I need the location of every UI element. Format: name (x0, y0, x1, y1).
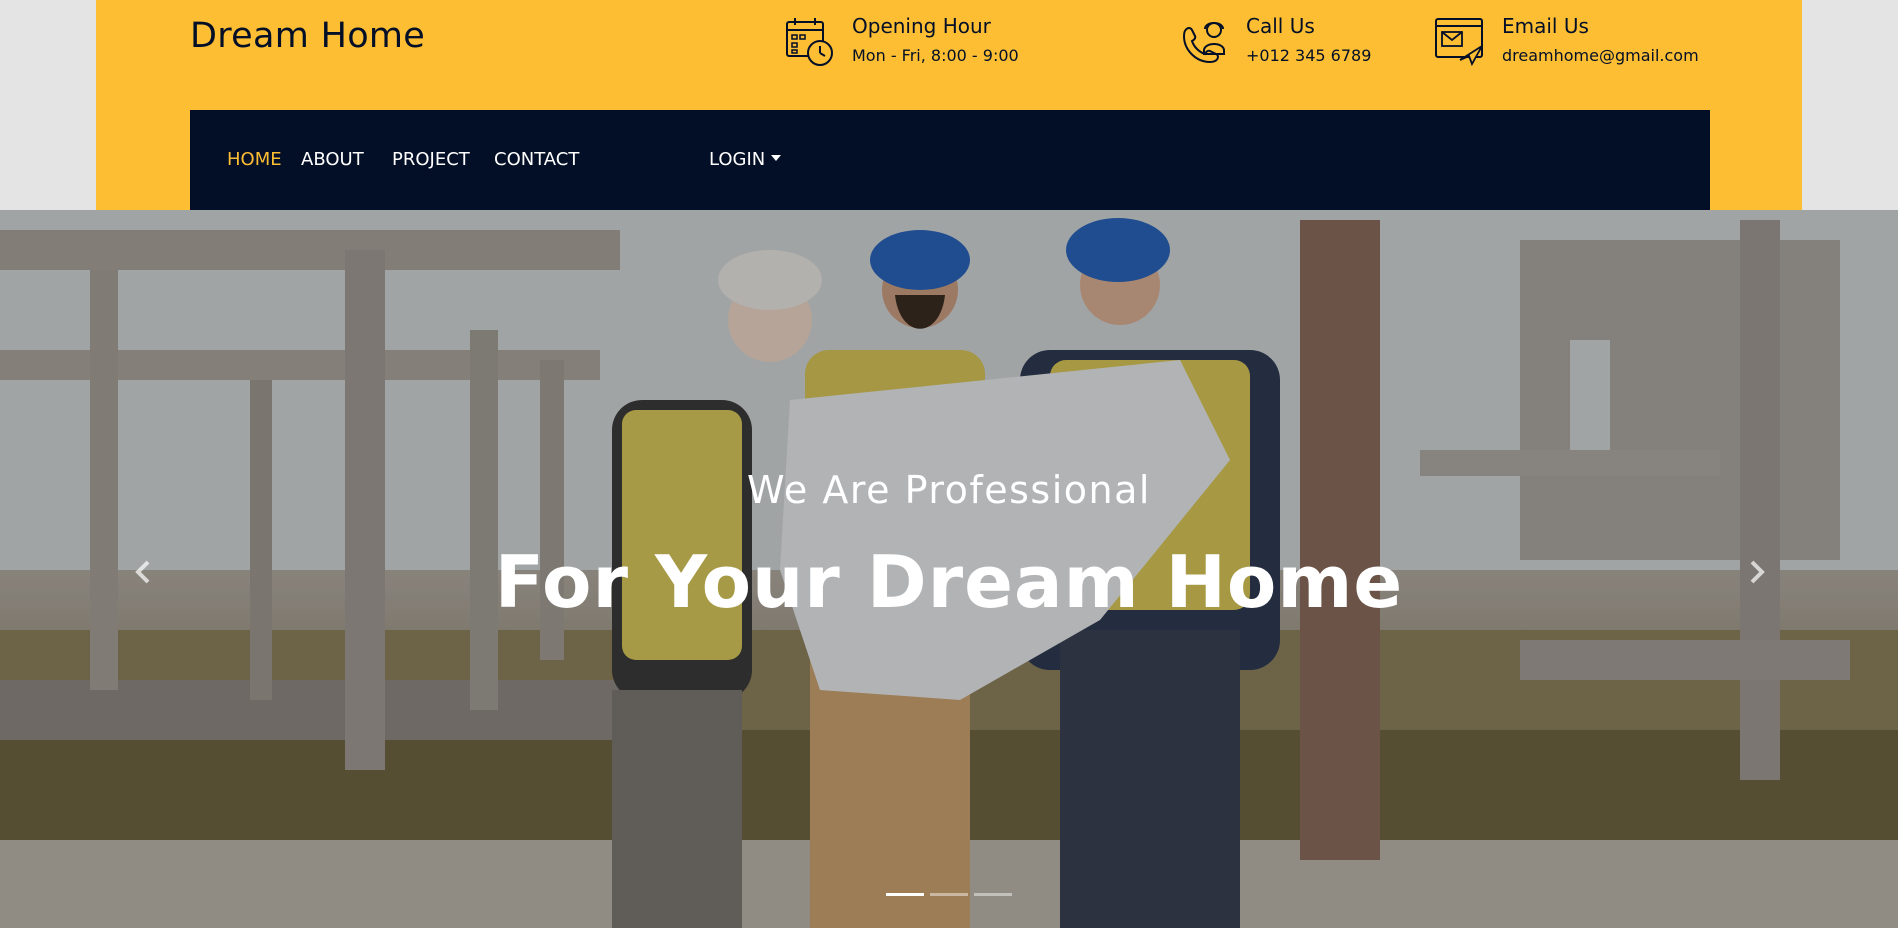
calendar-clock-icon (786, 18, 833, 66)
support-agent-icon (1182, 22, 1225, 64)
chevron-down-icon (771, 155, 782, 161)
hero-subtitle: We Are Professional (747, 468, 1151, 512)
call-us-title: Call Us (1246, 14, 1315, 38)
email-us-title: Email Us (1502, 14, 1589, 38)
brand-logo[interactable]: Dream Home (190, 16, 425, 56)
nav-about[interactable]: ABOUT (301, 149, 364, 170)
nav-login-label: LOGIN (709, 149, 766, 170)
nav-contact[interactable]: CONTACT (494, 149, 579, 170)
nav-login-dropdown[interactable]: LOGIN (709, 149, 782, 170)
call-us-phone[interactable]: +012 345 6789 (1246, 46, 1371, 65)
top-header: Dream Home Opening Hour Mon - Fri, 8:00 … (96, 0, 1802, 210)
opening-hours-title: Opening Hour (852, 14, 991, 38)
opening-hours-detail: Mon - Fri, 8:00 - 9:00 (852, 46, 1019, 65)
hero-carousel: We Are Professional For Your Dream Home (0, 210, 1898, 928)
main-navbar: HOME ABOUT PROJECT CONTACT LOGIN (190, 110, 1710, 210)
carousel-indicator-3[interactable] (974, 893, 1012, 896)
chevron-right-icon[interactable] (1736, 552, 1776, 592)
nav-home[interactable]: HOME (227, 149, 282, 170)
carousel-indicator-2[interactable] (930, 893, 968, 896)
email-send-icon (1435, 18, 1483, 67)
chevron-left-icon[interactable] (124, 552, 164, 592)
nav-project[interactable]: PROJECT (392, 149, 470, 170)
hero-title: For Your Dream Home (494, 540, 1404, 624)
email-us-address[interactable]: dreamhome@gmail.com (1502, 46, 1699, 65)
carousel-indicator-1[interactable] (886, 893, 924, 896)
